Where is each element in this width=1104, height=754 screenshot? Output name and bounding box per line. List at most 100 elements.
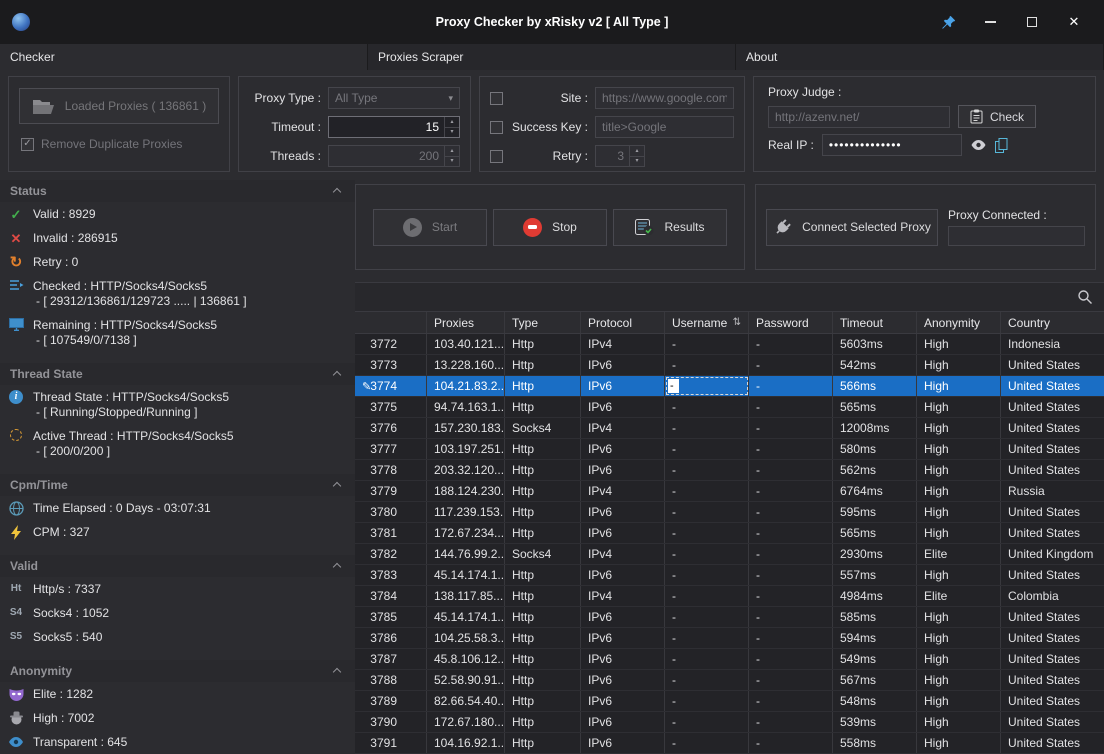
retry-checkbox[interactable] — [490, 150, 503, 163]
cell-index: ✎ 3775 — [355, 397, 427, 417]
timeout-stepper[interactable]: ▴▾ — [444, 117, 459, 137]
site-input[interactable] — [595, 87, 734, 109]
column-header-timeout[interactable]: Timeout — [833, 312, 917, 333]
success-key-checkbox[interactable] — [490, 121, 503, 134]
cell-protocol: IPv6 — [581, 523, 665, 543]
tab-proxies-scraper[interactable]: Proxies Scraper — [368, 44, 736, 70]
eye-icon[interactable] — [970, 139, 987, 151]
stop-button[interactable]: Stop — [493, 209, 607, 246]
site-checkbox[interactable] — [490, 92, 503, 105]
table-row[interactable]: ✎ 3787 45.8.106.12... Http IPv6 - - - 54… — [355, 649, 1104, 670]
cell-timeout: 539ms — [833, 712, 917, 732]
table-row[interactable]: ✎ 3784 138.117.85.... Http IPv4 - - - 49… — [355, 586, 1104, 607]
spin-up-icon[interactable]: ▴ — [445, 146, 459, 157]
section-header-status[interactable]: Status — [0, 180, 355, 202]
tab-label: Checker — [10, 50, 55, 64]
loaded-proxies-button[interactable]: Loaded Proxies ( 136861 ) — [19, 88, 219, 124]
threads-stepper[interactable]: ▴▾ — [444, 146, 459, 166]
threads-input[interactable]: 200 ▴▾ — [328, 145, 460, 167]
retry-stepper[interactable]: ▴▾ — [629, 146, 644, 166]
table-row[interactable]: ✎ 3780 117.239.153... Http IPv6 - - - 59… — [355, 502, 1104, 523]
table-row[interactable]: ✎ 3781 172.67.234.... Http IPv6 - - - 56… — [355, 523, 1104, 544]
cell-username: - - — [665, 628, 749, 648]
spin-down-icon[interactable]: ▾ — [445, 128, 459, 138]
status-checked: Checked : HTTP/Socks4/Socks5 - [ 29312/1… — [0, 274, 355, 313]
column-header-proxies[interactable]: Proxies — [427, 312, 505, 333]
main-row: Status ✓ Valid : 8929 ✕ Invalid : 286915… — [0, 178, 1104, 754]
timeout-input[interactable]: 15 ▴▾ — [328, 116, 460, 138]
table-row[interactable]: ✎ 3790 172.67.180.... Http IPv6 - - - 53… — [355, 712, 1104, 733]
table-row[interactable]: ✎ 3783 45.14.174.1... Http IPv6 - - - 55… — [355, 565, 1104, 586]
column-header-username[interactable]: Username ⇅ — [665, 312, 749, 333]
column-header-country[interactable]: Country — [1001, 312, 1104, 333]
table-row[interactable]: ✎ 3777 103.197.251... Http IPv6 - - - 58… — [355, 439, 1104, 460]
cross-icon: ✕ — [7, 232, 25, 245]
socks5-item: S5 Socks5 : 540 — [0, 625, 355, 649]
column-header-type[interactable]: Type — [505, 312, 581, 333]
cell-password: - — [749, 376, 833, 396]
spin-down-icon[interactable]: ▾ — [630, 157, 644, 167]
username-editor[interactable]: - — [668, 379, 679, 393]
cell-country: Colombia — [1001, 586, 1104, 606]
cell-protocol: IPv6 — [581, 649, 665, 669]
cell-password: - — [749, 418, 833, 438]
start-button[interactable]: Start — [373, 209, 487, 246]
load-proxies-group: Loaded Proxies ( 136861 ) ✓ Remove Dupli… — [8, 76, 230, 172]
copy-icon[interactable] — [995, 138, 1008, 153]
proxy-table: Proxies Type Protocol Username ⇅ Passwor… — [355, 312, 1104, 754]
cell-password: - — [749, 355, 833, 375]
table-row[interactable]: ✎ 3779 188.124.230... Http IPv4 - - - 67… — [355, 481, 1104, 502]
close-button[interactable]: ✕ — [1056, 7, 1092, 37]
success-key-input[interactable] — [595, 116, 734, 138]
tab-about[interactable]: About — [736, 44, 1104, 70]
dashed-circle-icon — [7, 429, 25, 441]
tab-checker[interactable]: Checker — [0, 44, 368, 70]
table-row[interactable]: ✎ 3773 13.228.160.... Http IPv6 - - - 54… — [355, 355, 1104, 376]
table-row[interactable]: ✎ 3772 103.40.121.... Http IPv4 - - - 56… — [355, 334, 1104, 355]
column-header-index[interactable] — [355, 312, 427, 333]
cell-country: Russia — [1001, 481, 1104, 501]
cell-index: ✎ 3784 — [355, 586, 427, 606]
spin-up-icon[interactable]: ▴ — [630, 146, 644, 157]
status-retry: ↻ Retry : 0 — [0, 250, 355, 274]
retry-input[interactable]: 3 ▴▾ — [595, 145, 645, 167]
real-ip-input[interactable] — [822, 134, 962, 156]
results-button[interactable]: Results — [613, 209, 727, 246]
search-icon[interactable] — [1077, 289, 1093, 305]
minimize-button[interactable] — [972, 7, 1008, 37]
table-row[interactable]: ✎ 3778 203.32.120.... Http IPv6 - - - 56… — [355, 460, 1104, 481]
table-row[interactable]: ✎ 3774 104.21.83.2... Http IPv6 - - - 56… — [355, 376, 1104, 397]
cell-timeout: 594ms — [833, 628, 917, 648]
column-header-password[interactable]: Password — [749, 312, 833, 333]
section-header-anonymity[interactable]: Anonymity — [0, 660, 355, 682]
table-row[interactable]: ✎ 3789 82.66.54.40... Http IPv6 - - - 54… — [355, 691, 1104, 712]
cell-anonymity: High — [917, 733, 1001, 753]
table-search-bar — [355, 282, 1104, 312]
column-header-protocol[interactable]: Protocol — [581, 312, 665, 333]
pin-button[interactable] — [930, 7, 966, 37]
spin-up-icon[interactable]: ▴ — [445, 117, 459, 128]
proxy-type-select[interactable]: All Type ▾ — [328, 87, 460, 109]
cell-anonymity: High — [917, 691, 1001, 711]
table-row[interactable]: ✎ 3776 157.230.183... Socks4 IPv4 - - - … — [355, 418, 1104, 439]
spin-down-icon[interactable]: ▾ — [445, 157, 459, 167]
remove-duplicates-checkbox[interactable]: ✓ Remove Duplicate Proxies — [19, 137, 219, 151]
section-header-cpm-time[interactable]: Cpm/Time — [0, 474, 355, 496]
sort-icon[interactable]: ⇅ — [733, 317, 741, 328]
connect-selected-proxy-button[interactable]: Connect Selected Proxy — [766, 209, 938, 246]
table-row[interactable]: ✎ 3775 94.74.163.1... Http IPv6 - - - 56… — [355, 397, 1104, 418]
section-header-thread-state[interactable]: Thread State — [0, 363, 355, 385]
proxy-judge-input[interactable] — [768, 106, 950, 128]
table-row[interactable]: ✎ 3791 104.16.92.1... Http IPv6 - - - 55… — [355, 733, 1104, 754]
table-row[interactable]: ✎ 3788 52.58.90.91... Http IPv6 - - - 56… — [355, 670, 1104, 691]
maximize-button[interactable] — [1014, 7, 1050, 37]
table-row[interactable]: ✎ 3786 104.25.58.3... Http IPv6 - - - 59… — [355, 628, 1104, 649]
section-header-valid[interactable]: Valid — [0, 555, 355, 577]
check-button[interactable]: Check — [958, 105, 1036, 128]
table-row[interactable]: ✎ 3782 144.76.99.2... Socks4 IPv4 - - - … — [355, 544, 1104, 565]
column-header-anonymity[interactable]: Anonymity — [917, 312, 1001, 333]
table-row[interactable]: ✎ 3785 45.14.174.1... Http IPv6 - - - 58… — [355, 607, 1104, 628]
proxy-connected-input[interactable] — [948, 226, 1085, 246]
cell-type: Http — [505, 712, 581, 732]
section-title: Cpm/Time — [10, 478, 68, 492]
